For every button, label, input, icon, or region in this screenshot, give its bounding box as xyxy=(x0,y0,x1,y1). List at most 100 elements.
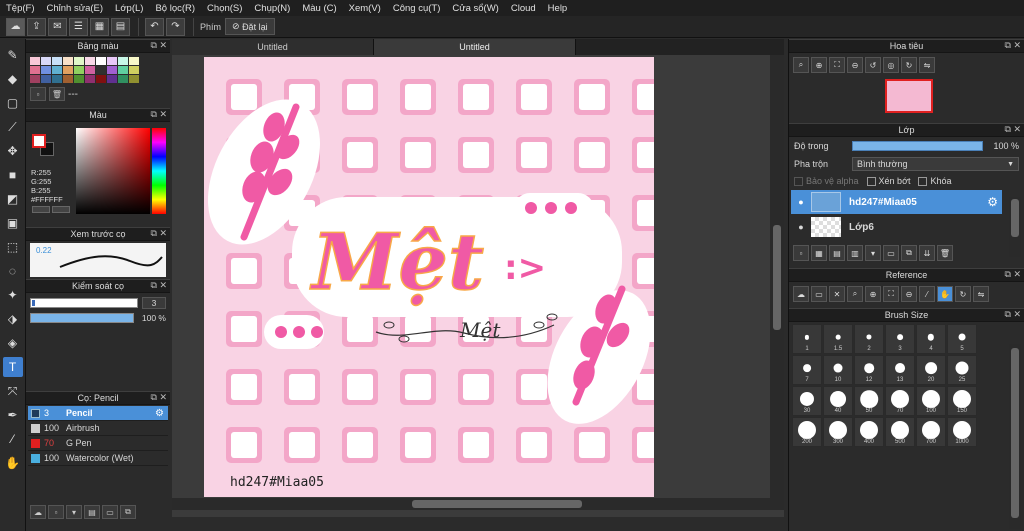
close-icon[interactable]: ⧉ ✕ xyxy=(151,280,167,291)
layout-icon[interactable]: ▤ xyxy=(111,17,130,36)
color-mode-button[interactable] xyxy=(52,206,70,213)
foreground-color-swatch[interactable] xyxy=(32,134,46,148)
palette-swatch[interactable] xyxy=(96,75,106,83)
zoom-in-icon[interactable]: ⊕ xyxy=(865,286,881,302)
brush-size-cell[interactable]: 25 xyxy=(947,355,977,385)
grid-icon[interactable]: ▦ xyxy=(90,17,109,36)
rotate-left-icon[interactable]: ↺ xyxy=(865,57,881,73)
hand-tool-icon[interactable]: ✋ xyxy=(3,453,23,473)
delete-icon[interactable]: 🗑 xyxy=(937,245,953,261)
close-icon[interactable]: ⧉ ✕ xyxy=(1005,40,1021,51)
navigator-preview[interactable] xyxy=(789,77,1024,121)
palette-swatch[interactable] xyxy=(63,75,73,83)
fill-tool-icon[interactable]: ◩ xyxy=(3,189,23,209)
list-icon[interactable]: ☰ xyxy=(69,17,88,36)
rect-select-tool-icon[interactable]: ▢ xyxy=(3,93,23,113)
zoom-fit-icon[interactable]: ⌕ xyxy=(847,286,863,302)
close-icon[interactable]: ⧉ ✕ xyxy=(151,392,167,403)
palette-swatch[interactable] xyxy=(30,57,40,65)
new-halftone-layer-icon[interactable]: ▦ xyxy=(811,245,827,261)
brush-size-cell[interactable]: 200 xyxy=(792,417,822,447)
new-brush-icon[interactable]: ▫ xyxy=(48,505,64,519)
palette-swatch[interactable] xyxy=(41,57,51,65)
marquee-tool-icon[interactable]: ⬚ xyxy=(3,237,23,257)
gear-icon[interactable]: ⚙ xyxy=(987,195,998,209)
new-palette-icon[interactable]: ▫ xyxy=(30,87,46,101)
brush-size-cell[interactable]: 5 xyxy=(947,324,977,354)
new-1bit-layer-icon[interactable]: ▥ xyxy=(847,245,863,261)
brush-size-cell[interactable]: 50 xyxy=(854,386,884,416)
close-icon[interactable]: ⧉ ✕ xyxy=(1005,124,1021,135)
canvas-horizontal-scrollbar[interactable] xyxy=(172,498,784,510)
palette-swatch[interactable] xyxy=(107,57,117,65)
gear-icon[interactable]: ⚙ xyxy=(155,408,164,419)
brush-opacity-slider[interactable] xyxy=(30,313,134,323)
menu-capture[interactable]: Chụp(N) xyxy=(254,3,290,14)
scroll-thumb[interactable] xyxy=(773,225,781,330)
menu-tools[interactable]: Công cụ(T) xyxy=(393,3,441,14)
close-icon[interactable]: ✕ xyxy=(829,286,845,302)
brush-tool-icon[interactable]: ✎ xyxy=(3,45,23,65)
brush-size-cell[interactable]: 1000 xyxy=(947,417,977,447)
zoom-fit-icon[interactable]: ⌕ xyxy=(793,57,809,73)
close-icon[interactable]: ⧉ ✕ xyxy=(1005,269,1021,280)
chat-icon[interactable]: ✉ xyxy=(48,17,67,36)
brush-size-cell[interactable]: 40 xyxy=(823,386,853,416)
menu-help[interactable]: Help xyxy=(548,3,568,14)
palette-swatch[interactable] xyxy=(52,66,62,74)
menu-layer[interactable]: Lớp(L) xyxy=(115,3,143,14)
close-icon[interactable]: ⧉ ✕ xyxy=(151,109,167,120)
folder-icon[interactable]: ▭ xyxy=(883,245,899,261)
brush-size-cell[interactable]: 100 xyxy=(916,386,946,416)
select-eraser-tool-icon[interactable]: ◈ xyxy=(3,333,23,353)
reset-rotate-icon[interactable]: ◎ xyxy=(883,57,899,73)
palette-swatch[interactable] xyxy=(74,75,84,83)
menu-file[interactable]: Tệp(F) xyxy=(6,3,35,14)
transform-tool-icon[interactable]: ⤧ xyxy=(3,381,23,401)
layer-opacity-slider[interactable] xyxy=(852,141,983,151)
menu-color[interactable]: Màu (C) xyxy=(302,3,336,14)
palette-swatch[interactable] xyxy=(30,66,40,74)
palette-swatch[interactable] xyxy=(74,66,84,74)
delete-icon[interactable]: 🗑 xyxy=(49,87,65,101)
layer-scrollbar[interactable] xyxy=(1009,197,1021,257)
palette-swatch[interactable] xyxy=(63,66,73,74)
palette-swatch[interactable] xyxy=(30,75,40,83)
flip-icon[interactable]: ⇋ xyxy=(973,286,989,302)
brush-item-pencil[interactable]: 3 Pencil ⚙ xyxy=(28,406,168,421)
canvas-workspace[interactable]: Mệt :> Mệt hd247#Miaa05 xyxy=(172,55,784,517)
brush-size-cell[interactable]: 3 xyxy=(885,324,915,354)
rotate-icon[interactable]: ↻ xyxy=(955,286,971,302)
lasso-tool-icon[interactable]: ◌ xyxy=(3,261,23,281)
eyedropper-icon[interactable]: ⁄ xyxy=(919,286,935,302)
brush-size-cell[interactable]: 4 xyxy=(916,324,946,354)
brush-size-slider[interactable] xyxy=(30,298,138,308)
scroll-thumb[interactable] xyxy=(1011,348,1019,518)
saturation-value-square[interactable] xyxy=(76,128,150,214)
layer-item-text[interactable]: ● hd247#Miaa05 ⚙ xyxy=(791,190,1002,214)
magic-wand-tool-icon[interactable]: ✦ xyxy=(3,285,23,305)
brush-size-cell[interactable]: 70 xyxy=(885,386,915,416)
palette-swatch[interactable] xyxy=(52,75,62,83)
palette-swatch[interactable] xyxy=(96,57,106,65)
palette-swatch[interactable] xyxy=(118,66,128,74)
fit-window-icon[interactable]: ⛶ xyxy=(883,286,899,302)
redo-icon[interactable]: ↷ xyxy=(166,17,185,36)
brush-size-cell[interactable]: 500 xyxy=(885,417,915,447)
duplicate-icon[interactable]: ⧉ xyxy=(120,505,136,519)
undo-icon[interactable]: ↶ xyxy=(145,17,164,36)
shape-tool-icon[interactable]: ■ xyxy=(3,165,23,185)
clipping-checkbox[interactable]: Xén bớt xyxy=(866,176,910,186)
palette-swatch[interactable] xyxy=(85,57,95,65)
close-icon[interactable]: ⧉ ✕ xyxy=(1005,309,1021,320)
brush-size-cell[interactable]: 12 xyxy=(854,355,884,385)
menu-edit[interactable]: Chỉnh sửa(E) xyxy=(47,3,104,14)
palette-swatch[interactable] xyxy=(41,75,51,83)
tab-untitled-1[interactable]: Untitled xyxy=(172,39,374,55)
palette-swatch[interactable] xyxy=(118,75,128,83)
share-icon[interactable]: ⇪ xyxy=(27,17,46,36)
line-tool-icon[interactable]: ⟋ xyxy=(3,117,23,137)
hand-icon[interactable]: ✋ xyxy=(937,286,953,302)
palette-swatch[interactable] xyxy=(85,66,95,74)
color-mode-button[interactable] xyxy=(32,206,50,213)
